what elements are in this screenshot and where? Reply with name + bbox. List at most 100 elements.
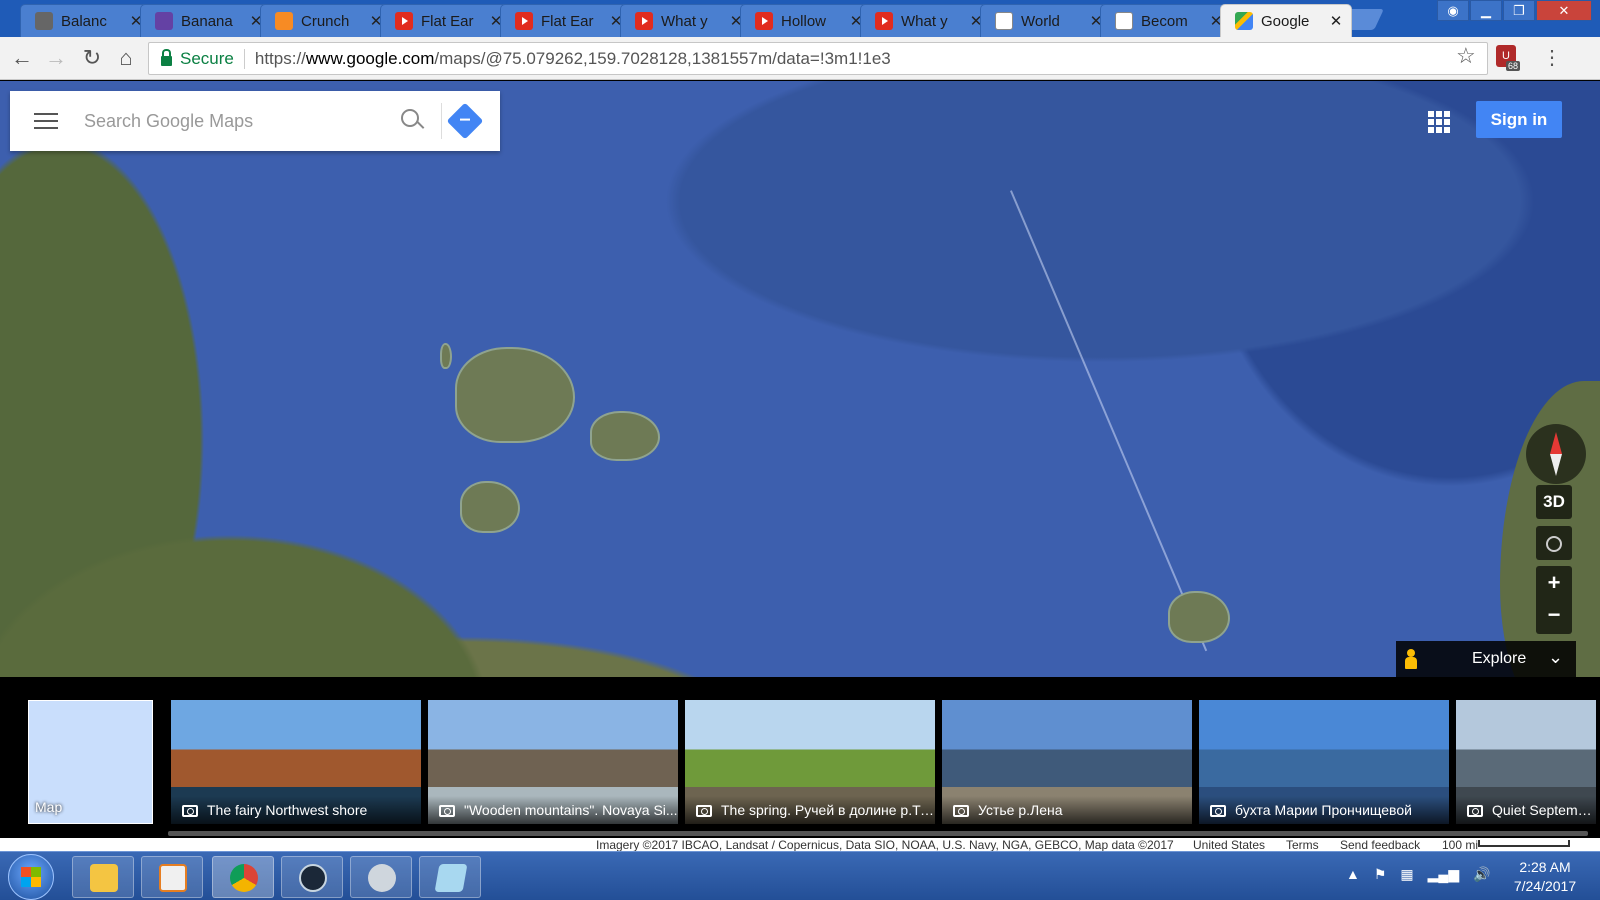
document-icon [1115, 12, 1133, 30]
action-center-flag-icon[interactable]: ⚑ [1374, 866, 1387, 883]
tab-hollow[interactable]: Hollow ✕ [740, 4, 872, 37]
youtube-icon [635, 12, 653, 30]
island-new-siberia [590, 411, 660, 461]
clock-time: 2:28 AM [1519, 859, 1571, 875]
send-feedback-link[interactable]: Send feedback [1340, 838, 1420, 852]
photos-scrollbar[interactable] [168, 831, 1588, 836]
photo-caption: The spring. Ручей в долине р.Та... [685, 796, 935, 824]
terms-link[interactable]: Terms [1286, 838, 1319, 852]
windows-taskbar: ▲ ⚑ ▦ ▂▄▆ 🔊 2:28 AM 7/24/2017 [0, 851, 1600, 900]
tab-close-icon[interactable]: ✕ [1329, 12, 1343, 30]
region-link[interactable]: United States [1193, 838, 1265, 852]
network-adapter-icon[interactable]: ▦ [1400, 866, 1413, 883]
photo-card[interactable]: "Wooden mountains". Novaya Si... [428, 700, 678, 824]
photo-caption: The fairy Northwest shore [171, 796, 421, 824]
photo-caption: бухта Марии Прончищевой [1199, 796, 1449, 824]
photo-card[interactable]: бухта Марии Прончищевой [1199, 700, 1449, 824]
youtube-icon [755, 12, 773, 30]
search-divider [441, 103, 442, 139]
clock-date: 7/24/2017 [1513, 878, 1577, 894]
scale-bar [1478, 840, 1570, 847]
map-track-line [1010, 190, 1208, 652]
restore-icon[interactable]: ❐ [1503, 0, 1535, 21]
tab-label: Balanc [61, 12, 107, 30]
bookmark-star-icon[interactable]: ☆ [1456, 43, 1476, 69]
tab-flat-earth-1[interactable]: Flat Ear ✕ [380, 4, 512, 37]
tab-label: What y [661, 12, 708, 30]
zoom-in-button[interactable]: + [1536, 566, 1572, 600]
chrome-menu-icon[interactable]: ⋮ [1542, 45, 1562, 70]
my-location-icon[interactable] [1536, 526, 1572, 560]
tab-label: Banana [181, 12, 233, 30]
camera-icon [1210, 805, 1226, 817]
taskbar-chrome[interactable] [212, 856, 274, 898]
media-player-icon [159, 864, 187, 892]
scale-label: 100 mi [1442, 838, 1479, 852]
volume-icon[interactable]: 🔊 [1473, 866, 1490, 883]
photo-card[interactable]: The fairy Northwest shore [171, 700, 421, 824]
user-profile-icon[interactable]: ◉ [1437, 0, 1469, 21]
directions-icon[interactable] [446, 102, 484, 140]
sign-in-button[interactable]: Sign in [1476, 101, 1562, 138]
system-tray: ▲ ⚑ ▦ ▂▄▆ 🔊 [1346, 866, 1491, 883]
taskbar-file-explorer[interactable] [72, 856, 134, 898]
tab-world[interactable]: World ✕ [980, 4, 1112, 37]
tray-expand-icon[interactable]: ▲ [1346, 866, 1360, 883]
reload-icon[interactable]: ↻ [78, 45, 106, 73]
tab-label: World [1021, 12, 1060, 30]
search-icon[interactable] [391, 101, 431, 141]
windows-start-icon[interactable] [8, 854, 54, 900]
tab-balance[interactable]: Balanc ✕ [20, 4, 152, 37]
tab-what-you-1[interactable]: What y ✕ [620, 4, 752, 37]
minimize-icon[interactable]: ▁ [1470, 0, 1502, 21]
tab-banana[interactable]: Banana ✕ [140, 4, 272, 37]
pegman-icon[interactable] [1404, 649, 1418, 669]
notepad-icon [434, 864, 468, 892]
toggle-3d-button[interactable]: 3D [1536, 485, 1572, 519]
photo-card[interactable]: Quiet September [1456, 700, 1596, 824]
url-text[interactable]: https://www.google.com/maps/@75.079262,1… [255, 49, 891, 69]
taskbar-speaker-app[interactable] [350, 856, 412, 898]
chevron-down-icon[interactable]: ⌄ [1548, 647, 1563, 668]
tab-label: Google [1261, 12, 1310, 30]
compass-icon[interactable] [1526, 424, 1586, 484]
photo-card[interactable]: Устье р.Лена [942, 700, 1192, 824]
photo-caption: "Wooden mountains". Novaya Si... [428, 796, 678, 824]
google-apps-icon[interactable] [1428, 111, 1450, 133]
tab-flat-earth-2[interactable]: Flat Ear ✕ [500, 4, 632, 37]
home-icon[interactable]: ⌂ [112, 45, 140, 73]
wifi-signal-icon[interactable]: ▂▄▆ [1428, 866, 1459, 883]
forward-arrow-icon[interactable]: → [42, 45, 70, 73]
taskbar-clock[interactable]: 2:28 AM 7/24/2017 [1500, 858, 1590, 896]
tab-google-maps[interactable]: Google ✕ [1220, 4, 1352, 37]
tab-become[interactable]: Becom ✕ [1100, 4, 1232, 37]
satellite-map[interactable] [0, 81, 1600, 677]
security-label: Secure [180, 48, 245, 69]
close-window-icon[interactable]: ✕ [1536, 0, 1592, 21]
map-thumbnail-label: Map [35, 799, 63, 815]
photo-caption: Устье р.Лена [942, 796, 1192, 824]
google-maps-icon [1235, 12, 1253, 30]
address-bar[interactable]: Secure https://www.google.com/maps/@75.0… [148, 42, 1488, 75]
photo-card[interactable]: The spring. Ручей в долине р.Та... [685, 700, 935, 824]
tab-label: What y [901, 12, 948, 30]
back-arrow-icon[interactable]: ← [8, 45, 36, 73]
generic-page-icon [35, 12, 53, 30]
search-input[interactable] [84, 110, 391, 132]
taskbar-media-player[interactable] [141, 856, 203, 898]
tab-what-you-2[interactable]: What y ✕ [860, 4, 992, 37]
zoom-out-button[interactable]: − [1536, 600, 1572, 634]
camera-icon [953, 805, 969, 817]
island-lyakhovsky [460, 481, 520, 533]
menu-icon[interactable] [34, 108, 58, 134]
explore-bar[interactable]: Explore ⌄ [1396, 641, 1576, 677]
extension-badge: 68 [1506, 61, 1521, 71]
tab-crunchyroll[interactable]: Crunch ✕ [260, 4, 392, 37]
taskbar-notepad[interactable] [419, 856, 481, 898]
taskbar-steam[interactable] [281, 856, 343, 898]
camera-icon [696, 805, 712, 817]
speaker-app-icon [368, 864, 396, 892]
chrome-icon [230, 864, 258, 892]
tab-label: Flat Ear [541, 12, 594, 30]
map-view-thumbnail[interactable]: Map [28, 700, 153, 824]
